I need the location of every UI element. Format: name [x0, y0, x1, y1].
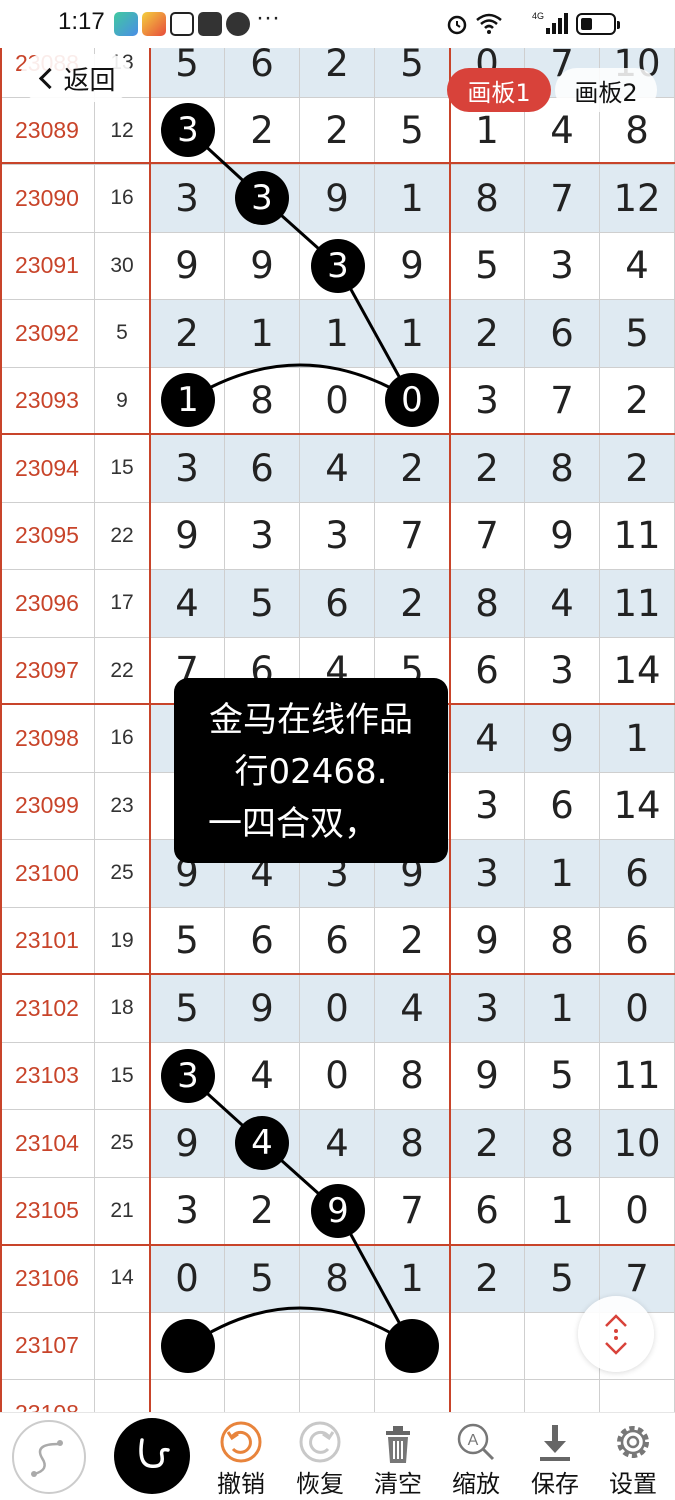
redo-button[interactable]: 恢复: [282, 1413, 358, 1500]
annotation-note: 金马在线作品 行02468. 一四合双，: [174, 678, 448, 863]
undo-icon: [220, 1421, 262, 1463]
back-label: 返回: [63, 65, 116, 96]
scroll-toggle-button[interactable]: [578, 1296, 654, 1372]
redo-icon: [299, 1421, 341, 1463]
save-button[interactable]: 保存: [517, 1413, 593, 1500]
mail-icon: [198, 12, 222, 36]
toolbar-label: 撤销: [217, 1470, 265, 1498]
annotation-line: 行02468.: [234, 752, 388, 792]
bottom-toolbar: 撤销 恢复 清空 A 缩放 保存 设置: [0, 1412, 675, 1500]
svg-text:9: 9: [327, 1191, 349, 1231]
status-time: 1:17: [58, 8, 105, 35]
freehand-pen-button[interactable]: [12, 1420, 86, 1494]
circled-number: 3: [161, 1049, 215, 1103]
back-button[interactable]: 返回: [20, 54, 132, 102]
chevron-left-icon: [39, 67, 61, 89]
zoom-button[interactable]: A 缩放: [438, 1413, 514, 1500]
circled-number: 3: [235, 171, 289, 225]
svg-text:4: 4: [251, 1123, 273, 1163]
svg-text:0: 0: [401, 380, 423, 420]
toolbar-label: 缩放: [452, 1470, 500, 1498]
circled-number: 4: [235, 1116, 289, 1170]
filled-dot: [161, 1319, 215, 1373]
curve-tool-button[interactable]: [114, 1418, 190, 1494]
zoom-icon: A: [457, 1423, 495, 1461]
curve-icon: [139, 1438, 170, 1469]
filled-dot: [385, 1319, 439, 1373]
svg-text:3: 3: [251, 178, 273, 218]
status-bar: 1:17 ··· 4G: [0, 0, 675, 48]
4g-signal-icon: 4G: [532, 11, 568, 34]
tab-board-1[interactable]: 画板1: [447, 68, 551, 112]
app-icon: [114, 12, 138, 36]
gear-icon: [617, 1426, 649, 1458]
circled-number: 0: [385, 373, 439, 427]
clear-button[interactable]: 清空: [360, 1413, 436, 1500]
more-notifications: ···: [256, 4, 280, 31]
toolbar-label: 恢复: [296, 1470, 344, 1498]
circled-number: 9: [311, 1184, 365, 1238]
circled-number: 3: [161, 103, 215, 157]
alipay-icon: [170, 12, 194, 36]
expand-vertical-icon: [605, 1314, 627, 1355]
pen-path-icon: [31, 1440, 63, 1477]
toolbar-label: 清空: [374, 1470, 422, 1498]
circled-number: 1: [161, 373, 215, 427]
svg-text:3: 3: [177, 1056, 199, 1096]
circled-number: 3: [311, 239, 365, 293]
notes-icon: [142, 12, 166, 36]
save-icon: [540, 1425, 570, 1461]
svg-text:1: 1: [177, 380, 199, 420]
alarm-icon: [447, 15, 467, 35]
toolbar-label: 设置: [609, 1470, 657, 1498]
svg-text:4G: 4G: [532, 11, 544, 21]
trash-icon: [386, 1426, 410, 1463]
annotation-line: 一四合双，: [208, 804, 378, 844]
tab-board-2[interactable]: 画板2: [555, 68, 657, 112]
chat-icon: [226, 12, 250, 36]
svg-text:3: 3: [327, 246, 349, 286]
settings-button[interactable]: 设置: [595, 1413, 671, 1500]
annotation-line: 金马在线作品: [209, 700, 413, 740]
toolbar-label: 保存: [531, 1470, 579, 1498]
battery-icon: [576, 13, 620, 35]
board-tabs: 画板1 画板2: [447, 68, 657, 112]
svg-text:A: A: [468, 1432, 479, 1449]
svg-text:3: 3: [177, 110, 199, 150]
undo-button[interactable]: 撤销: [203, 1413, 279, 1500]
wifi-icon: [476, 13, 502, 34]
